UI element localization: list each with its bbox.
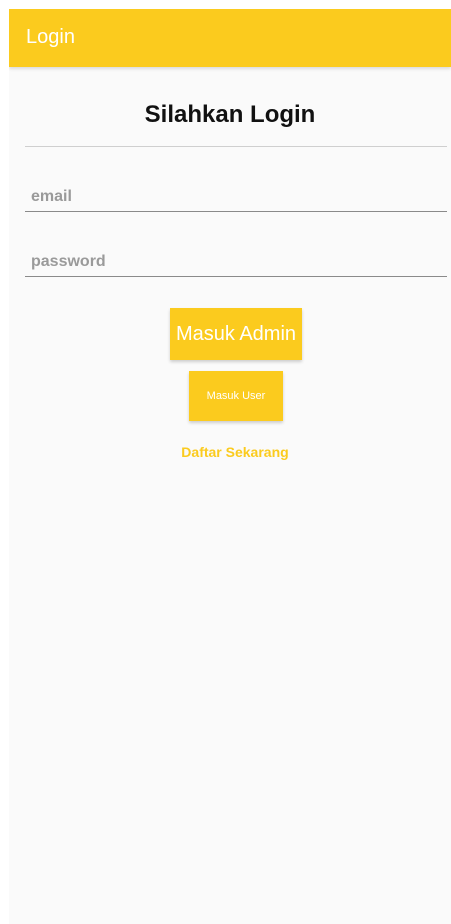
app-bar: Login: [9, 9, 451, 67]
register-link[interactable]: Daftar Sekarang: [9, 444, 451, 460]
admin-login-button[interactable]: Masuk Admin: [170, 308, 302, 360]
password-field[interactable]: [25, 247, 447, 277]
login-screen: Login Silahkan Login Masuk Admin Masuk U…: [9, 9, 451, 924]
divider: [25, 146, 447, 147]
user-login-button[interactable]: Masuk User: [189, 371, 283, 421]
page-title: Silahkan Login: [144, 101, 316, 128]
email-field[interactable]: [25, 182, 447, 212]
app-bar-title: Login: [26, 26, 75, 48]
